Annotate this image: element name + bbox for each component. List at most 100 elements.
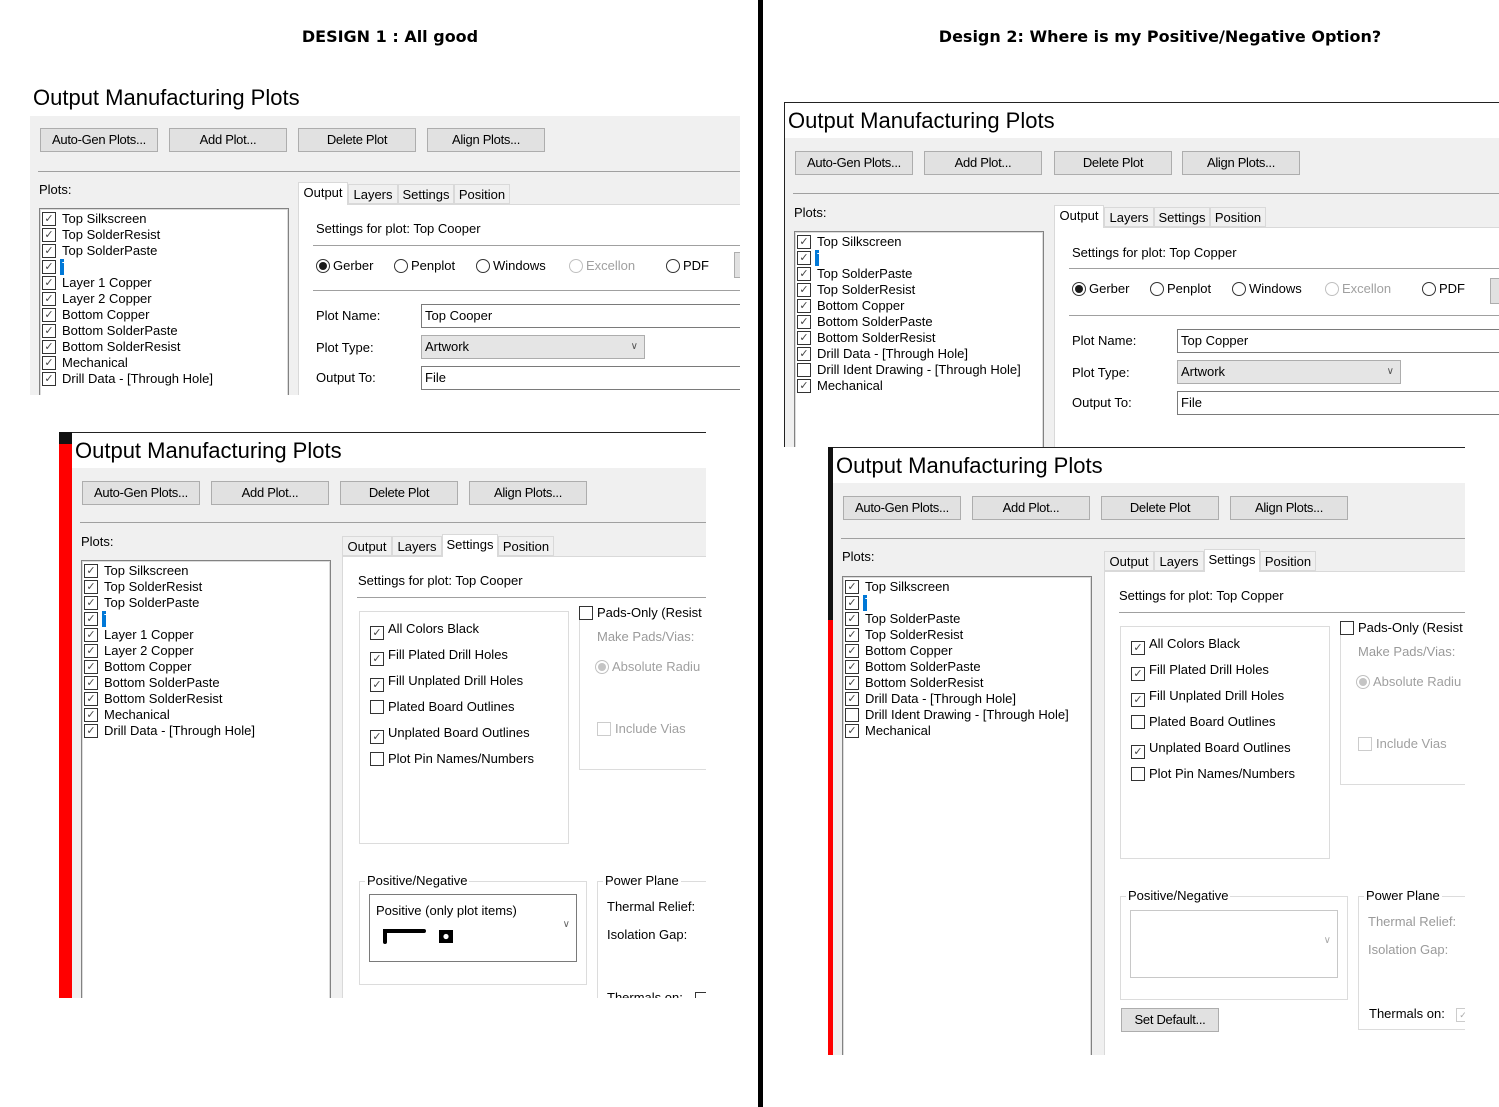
output-to-input[interactable]: File xyxy=(1177,391,1499,415)
checkbox-checked-icon[interactable]: ✓ xyxy=(845,580,859,594)
positive-negative-select[interactable]: ∨ xyxy=(1130,910,1338,978)
thermals-on-checkbox[interactable] xyxy=(695,992,706,998)
checkbox-checked-icon[interactable]: ✓ xyxy=(42,244,56,258)
checkbox-checked-icon[interactable]: ✓ xyxy=(84,708,98,722)
tab-position[interactable]: Position xyxy=(1210,207,1266,227)
radio-windows[interactable]: Windows xyxy=(1232,280,1302,298)
tab-layers[interactable]: Layers xyxy=(348,184,398,204)
tab-settings[interactable]: Settings xyxy=(1154,207,1210,227)
add-plot-button[interactable]: Add Plot... xyxy=(924,151,1042,175)
checkbox-checked-icon[interactable]: ✓ xyxy=(84,612,98,626)
align-plots-button[interactable]: Align Plots... xyxy=(1230,496,1348,520)
tab-layers[interactable]: Layers xyxy=(392,536,442,556)
checkbox-checked-icon[interactable]: ✓ xyxy=(797,299,811,313)
delete-plot-button[interactable]: Delete Plot xyxy=(1101,496,1219,520)
tab-position[interactable]: Position xyxy=(498,536,554,556)
checkbox-checked-icon[interactable]: ✓ xyxy=(845,644,859,658)
checkbox-unchecked-icon[interactable] xyxy=(845,708,859,722)
plot-name-input[interactable]: Top Copper xyxy=(1177,329,1499,353)
add-plot-button[interactable]: Add Plot... xyxy=(211,481,329,505)
option-all-colors-black[interactable]: ✓ All Colors Black xyxy=(370,621,479,640)
checkbox-checked-icon[interactable]: ✓ xyxy=(84,660,98,674)
align-plots-button[interactable]: Align Plots... xyxy=(1182,151,1300,175)
positive-negative-select[interactable]: Positive (only plot items) ∨ xyxy=(369,894,577,962)
format-extra-button[interactable] xyxy=(1490,278,1499,304)
tab-output[interactable]: Output xyxy=(1054,205,1104,228)
delete-plot-button[interactable]: Delete Plot xyxy=(1054,151,1172,175)
option-plated-board-outlines[interactable]: Plated Board Outlines xyxy=(1131,714,1275,730)
plot-name-input[interactable]: Top Cooper xyxy=(421,304,740,328)
checkbox-checked-icon[interactable]: ✓ xyxy=(42,356,56,370)
checkbox-checked-icon[interactable]: ✓ xyxy=(797,331,811,345)
pads-only-checkbox[interactable]: Pads-Only (Resist xyxy=(1340,620,1463,636)
output-to-input[interactable]: File xyxy=(421,366,740,390)
checkbox-checked-icon[interactable]: ✓ xyxy=(42,372,56,386)
checkbox-checked-icon[interactable]: ✓ xyxy=(797,315,811,329)
add-plot-button[interactable]: Add Plot... xyxy=(169,128,287,152)
align-plots-button[interactable]: Align Plots... xyxy=(427,128,545,152)
checkbox-checked-icon[interactable]: ✓ xyxy=(845,628,859,642)
checkbox-checked-icon[interactable]: ✓ xyxy=(42,260,56,274)
option-fill-plated-drill-holes[interactable]: ✓ Fill Plated Drill Holes xyxy=(370,647,508,666)
radio-pdf[interactable]: PDF xyxy=(1422,280,1465,298)
checkbox-checked-icon[interactable]: ✓ xyxy=(42,276,56,290)
checkbox-checked-icon[interactable]: ✓ xyxy=(84,564,98,578)
checkbox-checked-icon[interactable]: ✓ xyxy=(797,251,811,265)
checkbox-checked-icon[interactable]: ✓ xyxy=(845,724,859,738)
plot-type-select[interactable]: Artwork ∨ xyxy=(421,335,645,359)
pads-only-checkbox[interactable]: Pads-Only (Resist xyxy=(579,605,702,621)
option-plot-pin-names-numbers[interactable]: Plot Pin Names/Numbers xyxy=(1131,766,1295,782)
plots-listbox[interactable]: ✓ Top Silkscreen ✓ Top SolderResist ✓ Top Sol… xyxy=(81,560,331,998)
checkbox-checked-icon[interactable]: ✓ xyxy=(84,644,98,658)
auto-gen-plots-button[interactable]: Auto-Gen Plots... xyxy=(843,496,961,520)
checkbox-checked-icon[interactable]: ✓ xyxy=(797,347,811,361)
checkbox-checked-icon[interactable]: ✓ xyxy=(797,379,811,393)
checkbox-checked-icon[interactable]: ✓ xyxy=(845,660,859,674)
checkbox-checked-icon[interactable]: ✓ xyxy=(42,292,56,306)
checkbox-checked-icon[interactable]: ✓ xyxy=(845,676,859,690)
option-fill-unplated-drill-holes[interactable]: ✓ Fill Unplated Drill Holes xyxy=(370,673,523,692)
tab-position[interactable]: Position xyxy=(1260,551,1316,571)
plots-listbox[interactable]: ✓ Top Silkscreen ✓ Top Copper ✓ Top SolderPas… xyxy=(794,231,1044,447)
auto-gen-plots-button[interactable]: Auto-Gen Plots... xyxy=(82,481,200,505)
checkbox-checked-icon[interactable]: ✓ xyxy=(797,267,811,281)
option-plated-board-outlines[interactable]: Plated Board Outlines xyxy=(370,699,514,715)
checkbox-checked-icon[interactable]: ✓ xyxy=(84,724,98,738)
checkbox-checked-icon[interactable]: ✓ xyxy=(42,308,56,322)
checkbox-checked-icon[interactable]: ✓ xyxy=(84,692,98,706)
radio-gerber[interactable]: Gerber xyxy=(316,257,373,275)
radio-gerber[interactable]: Gerber xyxy=(1072,280,1129,298)
tab-output[interactable]: Output xyxy=(298,182,348,205)
tab-layers[interactable]: Layers xyxy=(1104,207,1154,227)
tab-settings[interactable]: Settings xyxy=(442,534,498,557)
set-default-button[interactable]: Set Default... xyxy=(1121,1008,1219,1032)
tab-output[interactable]: Output xyxy=(342,536,392,556)
checkbox-checked-icon[interactable]: ✓ xyxy=(797,235,811,249)
align-plots-button[interactable]: Align Plots... xyxy=(469,481,587,505)
plot-type-select[interactable]: Artwork ∨ xyxy=(1177,360,1401,384)
checkbox-checked-icon[interactable]: ✓ xyxy=(42,212,56,226)
tab-output[interactable]: Output xyxy=(1104,551,1154,571)
option-fill-unplated-drill-holes[interactable]: ✓ Fill Unplated Drill Holes xyxy=(1131,688,1284,707)
option-unplated-board-outlines[interactable]: ✓ Unplated Board Outlines xyxy=(370,725,530,744)
option-plot-pin-names-numbers[interactable]: Plot Pin Names/Numbers xyxy=(370,751,534,767)
radio-penplot[interactable]: Penplot xyxy=(1150,280,1211,298)
option-all-colors-black[interactable]: ✓ All Colors Black xyxy=(1131,636,1240,655)
checkbox-checked-icon[interactable]: ✓ xyxy=(42,340,56,354)
checkbox-checked-icon[interactable]: ✓ xyxy=(845,612,859,626)
checkbox-checked-icon[interactable]: ✓ xyxy=(84,580,98,594)
checkbox-checked-icon[interactable]: ✓ xyxy=(42,324,56,338)
delete-plot-button[interactable]: Delete Plot xyxy=(298,128,416,152)
tab-position[interactable]: Position xyxy=(454,184,510,204)
checkbox-checked-icon[interactable]: ✓ xyxy=(84,676,98,690)
auto-gen-plots-button[interactable]: Auto-Gen Plots... xyxy=(795,151,913,175)
tab-settings[interactable]: Settings xyxy=(1204,549,1260,572)
option-fill-plated-drill-holes[interactable]: ✓ Fill Plated Drill Holes xyxy=(1131,662,1269,681)
format-extra-button[interactable] xyxy=(734,252,740,278)
checkbox-checked-icon[interactable]: ✓ xyxy=(84,628,98,642)
checkbox-checked-icon[interactable]: ✓ xyxy=(845,596,859,610)
add-plot-button[interactable]: Add Plot... xyxy=(972,496,1090,520)
tab-layers[interactable]: Layers xyxy=(1154,551,1204,571)
auto-gen-plots-button[interactable]: Auto-Gen Plots... xyxy=(40,128,158,152)
tab-settings[interactable]: Settings xyxy=(398,184,454,204)
